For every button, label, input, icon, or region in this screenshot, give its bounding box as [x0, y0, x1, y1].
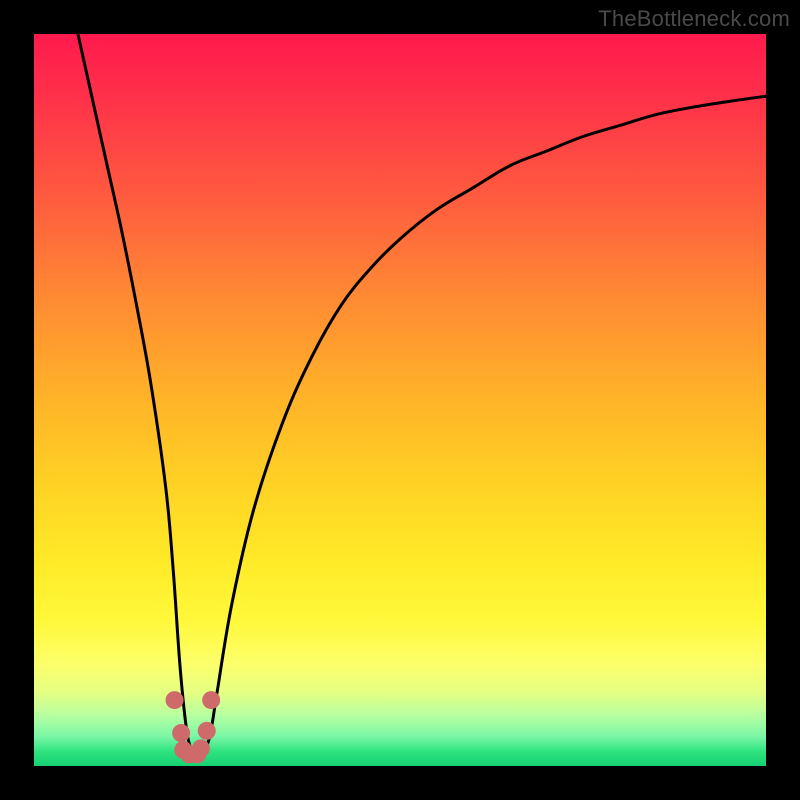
valley-marker-group	[166, 691, 221, 763]
watermark-text: TheBottleneck.com	[598, 6, 790, 32]
chart-svg	[34, 34, 766, 766]
valley-marker	[166, 691, 184, 709]
valley-marker	[192, 739, 210, 757]
chart-frame: TheBottleneck.com	[0, 0, 800, 800]
curve-path	[78, 34, 766, 753]
valley-marker	[202, 691, 220, 709]
valley-marker	[198, 722, 216, 740]
valley-marker	[172, 724, 190, 742]
plot-area	[34, 34, 766, 766]
